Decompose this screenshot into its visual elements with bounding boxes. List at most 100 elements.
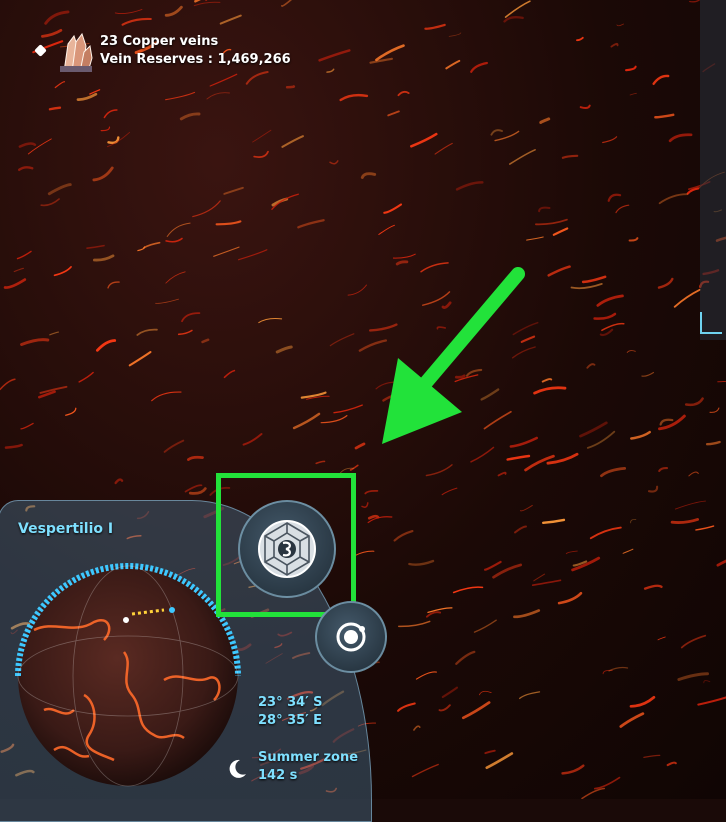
lava-streak xyxy=(506,454,531,461)
lava-streak xyxy=(76,92,98,101)
lava-streak xyxy=(281,0,292,7)
lava-streak xyxy=(242,433,263,446)
lava-streak xyxy=(703,680,711,684)
lava-streak xyxy=(452,586,484,594)
lava-streak xyxy=(121,17,152,26)
lava-streak xyxy=(673,288,701,308)
lava-streak xyxy=(165,237,183,243)
lava-streak xyxy=(470,61,488,73)
lava-streak xyxy=(27,138,52,155)
lava-streak xyxy=(629,695,656,708)
lava-streak xyxy=(652,74,670,85)
lava-streak xyxy=(697,696,726,706)
lava-streak xyxy=(219,14,242,25)
lava-streak xyxy=(18,166,34,171)
lava-streak xyxy=(619,712,645,728)
lava-streak xyxy=(179,112,201,121)
coordinates: 23° 34′ S 28° 35′ E xyxy=(258,694,323,730)
lava-streak xyxy=(213,246,240,257)
lava-streak xyxy=(285,85,296,89)
lava-streak xyxy=(579,421,608,438)
lava-streak xyxy=(615,204,630,214)
lava-streak xyxy=(375,44,405,62)
lava-streak xyxy=(16,250,32,260)
lava-streak xyxy=(397,702,416,712)
lava-streak xyxy=(114,478,124,485)
longitude: 28° 35′ E xyxy=(258,713,323,728)
lava-streak xyxy=(103,109,118,119)
diamond-bullet-icon xyxy=(34,44,47,57)
lava-streak xyxy=(315,460,326,465)
lava-streak xyxy=(622,548,634,554)
lava-streak xyxy=(151,391,182,402)
lava-streak xyxy=(194,0,201,3)
lava-streak xyxy=(275,345,293,354)
lava-streak xyxy=(455,650,476,665)
lava-streak xyxy=(485,752,514,770)
lava-streak xyxy=(647,485,659,493)
lava-streak xyxy=(165,91,196,101)
lava-streak xyxy=(547,265,571,277)
lava-streak xyxy=(408,559,435,566)
lava-streak xyxy=(165,271,186,284)
lava-streak xyxy=(20,338,50,346)
lava-streak xyxy=(92,166,114,182)
lava-streak xyxy=(643,754,661,759)
lava-streak xyxy=(504,0,531,18)
lava-streak xyxy=(13,267,24,273)
lava-streak xyxy=(668,133,693,143)
lava-streak xyxy=(716,559,726,567)
lava-streak xyxy=(539,117,551,124)
lava-streak xyxy=(393,530,414,542)
lava-streak xyxy=(155,298,179,304)
lava-streak xyxy=(677,672,709,681)
lava-streak xyxy=(188,487,207,495)
lava-streak xyxy=(441,487,458,496)
lava-streak xyxy=(184,484,203,493)
lava-streak xyxy=(360,172,377,179)
lava-streak xyxy=(136,328,158,336)
moon-icon xyxy=(229,759,246,778)
lava-streak xyxy=(593,312,617,320)
highlight-box xyxy=(216,473,356,617)
lava-streak xyxy=(441,686,459,699)
lava-streak xyxy=(54,80,66,89)
lava-streak xyxy=(616,23,624,27)
lava-streak xyxy=(630,430,651,440)
lava-streak xyxy=(654,113,675,119)
lava-streak xyxy=(658,193,689,205)
lava-streak xyxy=(398,620,431,628)
lava-streak xyxy=(339,93,369,102)
lava-streak xyxy=(320,415,348,424)
lava-streak xyxy=(318,49,351,62)
lava-streak xyxy=(252,129,272,143)
planet-name: Vespertilio I xyxy=(18,521,114,537)
lava-streak xyxy=(47,183,72,196)
vein-reserves-label: Vein Reserves : 1,469,266 xyxy=(100,52,291,67)
lava-streak xyxy=(209,73,238,87)
lava-streak xyxy=(438,704,451,712)
lava-streak xyxy=(625,65,637,72)
lava-streak xyxy=(192,200,221,218)
lava-streak xyxy=(378,224,395,235)
season-info: Summer zone 142 s xyxy=(258,749,358,785)
lava-streak xyxy=(48,106,62,111)
lava-streak xyxy=(410,132,438,148)
lava-streak xyxy=(448,32,462,37)
lava-streak xyxy=(297,219,325,229)
lava-streak xyxy=(354,550,375,557)
lava-streak xyxy=(659,418,674,426)
planet-globe[interactable] xyxy=(14,560,242,788)
lava-streak xyxy=(223,369,236,379)
lava-streak xyxy=(292,412,321,430)
lava-streak xyxy=(497,471,507,477)
orbit-view-button[interactable] xyxy=(315,601,387,673)
lava-streak xyxy=(607,193,622,202)
lava-streak xyxy=(680,634,707,649)
lava-streak xyxy=(688,471,699,477)
lava-streak xyxy=(579,104,591,110)
lava-streak xyxy=(128,351,152,367)
lava-streak xyxy=(253,150,269,158)
lava-streak xyxy=(114,9,143,14)
lava-streak xyxy=(361,502,369,508)
